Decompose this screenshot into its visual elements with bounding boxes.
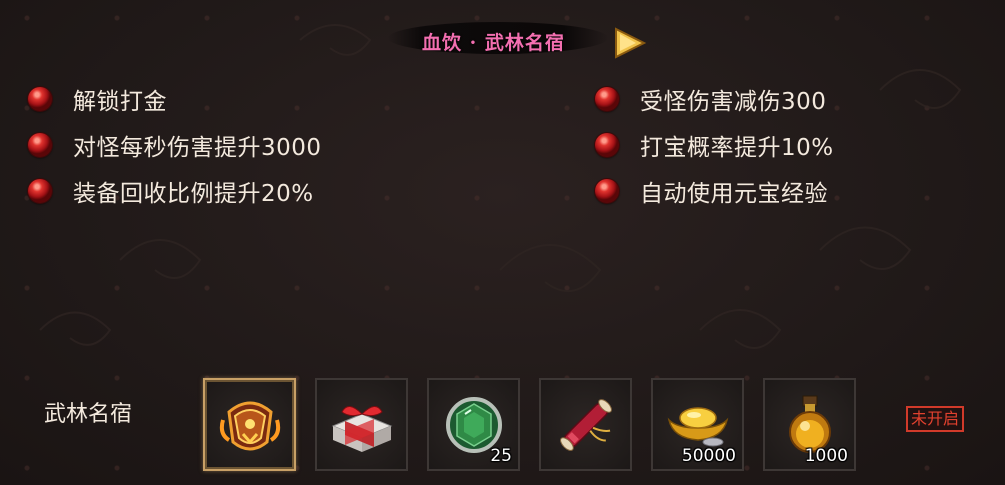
attribute-item: 对怪每秒伤害提升3000 — [28, 128, 322, 162]
attribute-text: 打宝概率提升10% — [640, 135, 834, 161]
attribute-text: 对怪每秒伤害提升3000 — [73, 135, 322, 161]
attribute-text: 解锁打金 — [73, 89, 167, 115]
red-orb-icon — [595, 179, 619, 203]
page-title: 血饮 · 武林名宿 — [422, 32, 565, 54]
attribute-text: 自动使用元宝经验 — [640, 181, 828, 207]
reward-slot-scroll[interactable] — [539, 378, 632, 471]
red-orb-icon — [595, 87, 619, 111]
play-arrow-icon[interactable] — [612, 26, 648, 60]
attribute-item: 受怪伤害减伤300 — [595, 82, 826, 116]
red-orb-icon — [28, 133, 52, 157]
scroll-icon — [560, 399, 612, 451]
reward-slot-potion[interactable]: 1000 — [763, 378, 856, 471]
item-count: 50000 — [681, 446, 736, 466]
attribute-item: 解锁打金 — [28, 82, 167, 116]
attribute-item: 打宝概率提升10% — [595, 128, 834, 162]
reward-slot-gift[interactable] — [315, 378, 408, 471]
status-badge: 未开启 — [906, 406, 965, 432]
red-orb-icon — [28, 87, 52, 111]
attribute-item: 装备回收比例提升20% — [28, 174, 314, 208]
red-orb-icon — [28, 179, 52, 203]
attribute-item: 自动使用元宝经验 — [595, 174, 828, 208]
rewards-label: 武林名宿 — [44, 402, 133, 427]
attribute-text: 受怪伤害减伤300 — [640, 89, 827, 115]
reward-slot-gold[interactable]: 50000 — [651, 378, 744, 471]
golden-armor-icon — [219, 401, 281, 451]
item-count: 25 — [490, 446, 512, 466]
reward-slot-armor[interactable] — [203, 378, 296, 471]
red-orb-icon — [595, 133, 619, 157]
item-count: 1000 — [804, 446, 848, 466]
title-banner: 血饮 · 武林名宿 — [388, 14, 658, 60]
gift-box-icon — [331, 406, 393, 452]
attribute-text: 装备回收比例提升20% — [73, 181, 314, 207]
reward-slot-gem[interactable]: 25 — [427, 378, 520, 471]
